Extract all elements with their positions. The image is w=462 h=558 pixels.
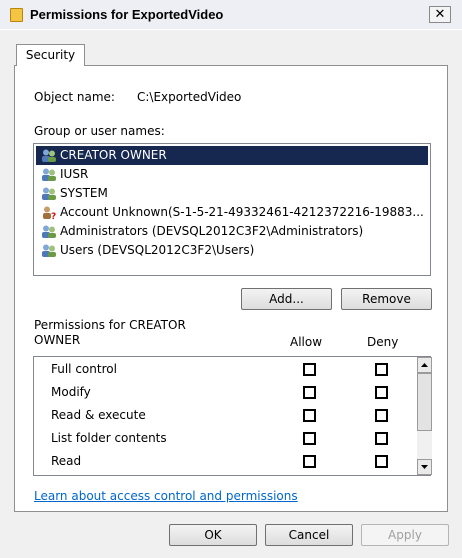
users-group-icon <box>42 244 56 257</box>
permissions-scrollbar[interactable] <box>417 357 432 475</box>
list-item-label: CREATOR OWNER <box>60 148 167 162</box>
permission-name: Read & execute <box>51 408 146 422</box>
add-button[interactable]: Add... <box>241 288 332 310</box>
list-item-label: IUSR <box>60 167 89 181</box>
folder-icon <box>10 8 23 22</box>
ok-button[interactable]: OK <box>169 524 257 546</box>
list-item[interactable]: CREATOR OWNER <box>36 146 428 165</box>
deny-checkbox[interactable] <box>375 363 388 376</box>
tab-security[interactable]: Security <box>16 44 85 66</box>
access-control-help-link[interactable]: Learn about access control and permissio… <box>34 489 298 503</box>
permissions-dialog: Permissions for ExportedVideo ✕ Security… <box>0 0 462 558</box>
permission-name: List folder contents <box>51 431 167 445</box>
svg-text:?: ? <box>51 212 56 219</box>
permission-row: Read & execute <box>34 404 414 427</box>
permission-name: Read <box>51 454 82 468</box>
allow-checkbox[interactable] <box>303 432 316 445</box>
deny-checkbox[interactable] <box>375 409 388 422</box>
scroll-thumb[interactable] <box>417 373 432 431</box>
cancel-button[interactable]: Cancel <box>265 524 353 546</box>
group-names-label: Group or user names: <box>34 124 165 138</box>
list-item-label: SYSTEM <box>60 186 108 200</box>
list-item-label: Users (DEVSQL2012C3F2\Users) <box>60 243 255 257</box>
close-button[interactable]: ✕ <box>429 6 451 23</box>
deny-checkbox[interactable] <box>375 432 388 445</box>
deny-checkbox[interactable] <box>375 455 388 468</box>
permissions-grid: Full control Modify Read & execute List … <box>33 356 432 476</box>
unknown-account-icon: ? <box>43 206 56 219</box>
list-item[interactable]: IUSR <box>36 165 428 184</box>
permission-name: Modify <box>51 385 91 399</box>
permissions-label-line1: Permissions for CREATOR <box>34 318 186 332</box>
allow-checkbox[interactable] <box>303 363 316 376</box>
users-group-icon <box>42 225 56 238</box>
users-group-icon <box>42 168 56 181</box>
permission-row: Read <box>34 450 414 473</box>
remove-button[interactable]: Remove <box>341 288 432 310</box>
deny-checkbox[interactable] <box>375 386 388 399</box>
title-bar: Permissions for ExportedVideo ✕ <box>0 0 462 30</box>
object-name-label: Object name: <box>34 90 115 104</box>
permission-row: Modify <box>34 381 414 404</box>
deny-column-header: Deny <box>367 335 399 349</box>
permission-row: Full control <box>34 358 414 381</box>
scroll-down-button[interactable] <box>417 459 432 475</box>
allow-checkbox[interactable] <box>303 409 316 422</box>
permissions-label-line2: OWNER <box>34 333 81 347</box>
scroll-up-button[interactable] <box>417 357 432 373</box>
window-title: Permissions for ExportedVideo <box>30 7 224 22</box>
list-item[interactable]: SYSTEM <box>36 184 428 203</box>
permission-row: List folder contents <box>34 427 414 450</box>
list-item-label: Account Unknown(S-1-5-21-49332461-421237… <box>60 205 424 219</box>
list-item-label: Administrators (DEVSQL2012C3F2\Administr… <box>60 224 364 238</box>
list-item[interactable]: Administrators (DEVSQL2012C3F2\Administr… <box>36 222 428 241</box>
users-group-icon <box>42 149 56 162</box>
users-group-icon <box>42 187 56 200</box>
allow-column-header: Allow <box>290 335 323 349</box>
group-user-list[interactable]: CREATOR OWNER IUSR SYSTEM ? Account Unkn… <box>33 143 431 276</box>
list-item[interactable]: Users (DEVSQL2012C3F2\Users) <box>36 241 428 260</box>
arrow-up-icon <box>421 363 428 367</box>
allow-checkbox[interactable] <box>303 455 316 468</box>
permission-name: Full control <box>51 362 117 376</box>
object-name-value: C:\ExportedVideo <box>137 90 242 104</box>
apply-button[interactable]: Apply <box>361 524 449 546</box>
allow-checkbox[interactable] <box>303 386 316 399</box>
arrow-down-icon <box>421 465 428 469</box>
list-item[interactable]: ? Account Unknown(S-1-5-21-49332461-4212… <box>36 203 428 222</box>
